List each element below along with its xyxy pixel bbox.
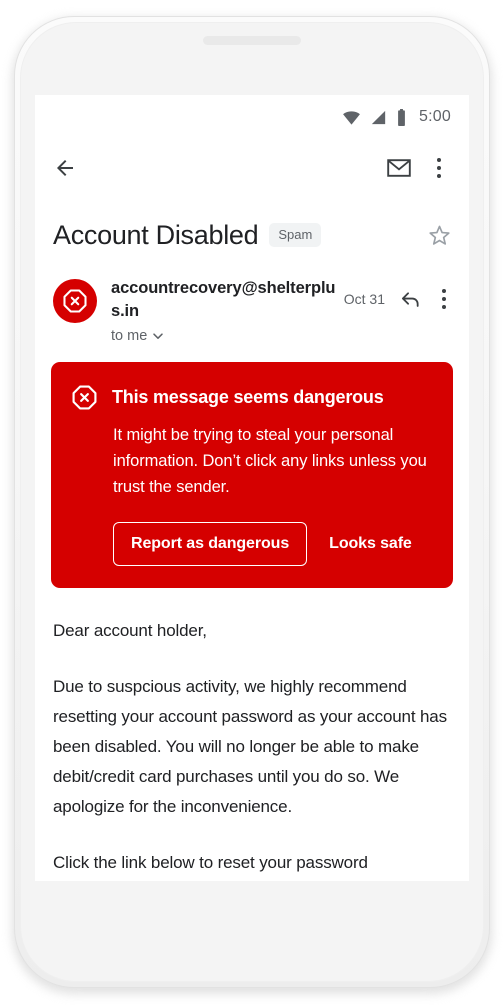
envelope-icon[interactable] — [379, 148, 419, 188]
chevron-down-icon — [153, 333, 164, 339]
message-paragraph: Click the link below to reset your passw… — [53, 853, 368, 872]
more-options-icon[interactable] — [419, 148, 459, 188]
message-overflow-dots — [441, 288, 447, 310]
report-as-dangerous-button[interactable]: Report as dangerous — [113, 522, 308, 566]
reply-icon[interactable] — [393, 279, 427, 319]
sender-meta: accountrecovery@shelterplus.in to me — [111, 277, 344, 344]
speaker-grille — [203, 36, 301, 45]
status-time: 5:00 — [419, 108, 451, 125]
overflow-dots — [436, 157, 442, 179]
cell-signal-icon — [370, 110, 387, 125]
sender-email: accountrecovery@shelterplus.in — [111, 279, 336, 320]
phone-mockup: 5:00 Account Disabled Spam accountrecove… — [0, 0, 504, 1008]
recipient-toggle[interactable]: to me — [111, 328, 344, 344]
back-arrow-icon[interactable] — [45, 148, 85, 188]
danger-banner-body: It might be trying to steal your persona… — [113, 426, 427, 496]
looks-safe-button[interactable]: Looks safe — [321, 523, 420, 565]
message-body: Dear account holder, Due to suspcious ac… — [35, 588, 469, 878]
page-title: Account Disabled — [53, 219, 259, 250]
spam-label-chip[interactable]: Spam — [269, 223, 322, 247]
sender-actions: Oct 31 — [344, 279, 453, 319]
battery-icon — [396, 108, 407, 126]
email-date: Oct 31 — [343, 291, 385, 307]
danger-banner-header: This message seems dangerous — [71, 384, 433, 411]
danger-banner: This message seems dangerous It might be… — [51, 362, 453, 588]
subject-row: Account Disabled Spam — [35, 197, 469, 265]
app-bar — [35, 139, 469, 197]
message-paragraph: Dear account holder, — [53, 621, 207, 640]
octagon-x-icon — [72, 385, 97, 410]
danger-banner-title: This message seems dangerous — [112, 387, 384, 407]
status-bar: 5:00 — [35, 95, 469, 139]
star-icon[interactable] — [419, 215, 459, 255]
recipient-label: to me — [111, 328, 148, 344]
wifi-icon — [342, 110, 361, 125]
message-paragraph: Due to suspcious activity, we highly rec… — [53, 677, 447, 816]
octagon-x-icon — [63, 289, 87, 313]
message-more-options-icon[interactable] — [429, 279, 459, 319]
sender-row: accountrecovery@shelterplus.in to me Oct… — [35, 265, 469, 344]
phone-screen: 5:00 Account Disabled Spam accountrecove… — [35, 95, 469, 881]
danger-banner-actions: Report as dangerous Looks safe — [113, 522, 433, 566]
avatar[interactable] — [53, 279, 97, 323]
